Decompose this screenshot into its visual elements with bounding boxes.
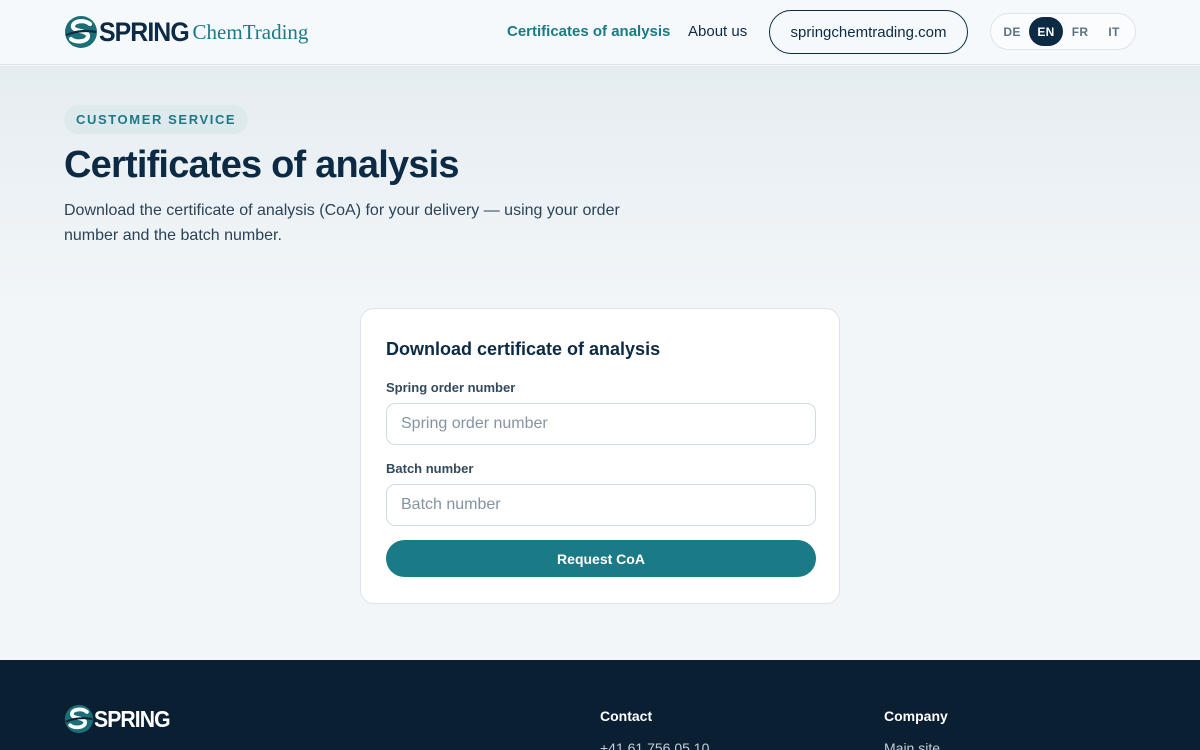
request-coa-button[interactable]: Request CoA xyxy=(386,540,816,577)
spring-logo-icon xyxy=(64,704,94,734)
site-footer: SPRING Contact +41 61 756 05 10 Company … xyxy=(0,660,1200,750)
site-header: SPRING ChemTrading Certificates of analy… xyxy=(0,0,1200,65)
language-switcher: DE EN FR IT xyxy=(990,13,1136,50)
spring-logo-icon xyxy=(65,16,97,48)
footer-company-heading: Company xyxy=(884,708,948,724)
footer-logo[interactable]: SPRING xyxy=(64,704,176,734)
page-title: Certificates of analysis xyxy=(64,144,460,186)
order-number-label: Spring order number xyxy=(386,380,516,395)
form-title: Download certificate of analysis xyxy=(386,339,661,359)
coa-form-card: Download certificate of analysis Spring … xyxy=(360,308,840,604)
brand-logo[interactable]: SPRING ChemTrading xyxy=(64,14,308,50)
section-badge: CUSTOMER SERVICE xyxy=(64,105,249,134)
order-number-input[interactable] xyxy=(386,403,816,445)
brand-subtitle: ChemTrading xyxy=(192,19,309,44)
footer-main-site-link[interactable]: Main site xyxy=(884,740,940,750)
lang-fr[interactable]: FR xyxy=(1063,17,1097,46)
nav-about-us[interactable]: About us xyxy=(688,23,747,40)
footer-contact-heading: Contact xyxy=(600,708,653,724)
page-description: Download the certificate of analysis (Co… xyxy=(64,202,620,244)
lang-en[interactable]: EN xyxy=(1029,17,1063,46)
hero-background xyxy=(0,66,1200,316)
lang-de[interactable]: DE xyxy=(995,17,1029,46)
main-site-button[interactable]: springchemtrading.com xyxy=(769,10,968,54)
nav-certificates[interactable]: Certificates of analysis xyxy=(507,23,670,40)
batch-number-input[interactable] xyxy=(386,484,816,526)
lang-it[interactable]: IT xyxy=(1097,17,1131,46)
footer-brand-name: SPRING xyxy=(94,705,171,732)
footer-phone-link[interactable]: +41 61 756 05 10 xyxy=(600,740,709,750)
batch-number-label: Batch number xyxy=(386,461,474,476)
brand-name: SPRING xyxy=(99,16,190,47)
